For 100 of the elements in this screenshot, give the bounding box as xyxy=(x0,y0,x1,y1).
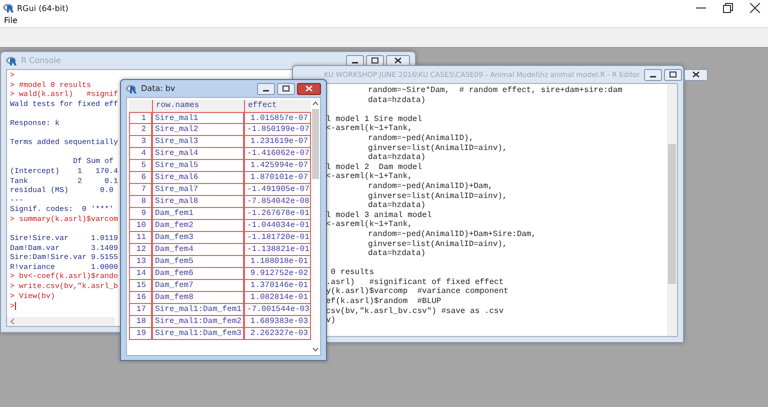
close-icon xyxy=(394,57,402,64)
row-number: 16 xyxy=(129,292,152,304)
code-line: data=hzdata) xyxy=(368,153,426,162)
row-number: 13 xyxy=(129,256,152,268)
table-cell: Dam_fem1 xyxy=(152,208,244,220)
row-number: 15 xyxy=(129,280,152,292)
vertical-scrollbar[interactable] xyxy=(667,84,677,336)
horizontal-scrollbar[interactable] xyxy=(7,317,115,326)
table-cell: Dam_fem7 xyxy=(152,280,244,292)
close-button[interactable] xyxy=(386,54,410,66)
row-number: 12 xyxy=(129,244,152,256)
table-cell: 1.015857e-07 xyxy=(244,112,311,124)
code-line: data=hzdata) xyxy=(368,96,426,105)
row-number: 3 xyxy=(129,136,152,148)
row-number: 19 xyxy=(129,328,152,340)
table-cell: Sire_mal6 xyxy=(152,172,244,184)
table-cell: Sire_mal1:Dam_fem3 xyxy=(152,328,244,340)
row-number: 6 xyxy=(129,172,152,184)
row-number: 14 xyxy=(129,268,152,280)
code-line: ef(k.asrl)$random #BLUP xyxy=(326,297,442,306)
maximize-icon xyxy=(282,85,290,92)
maximize-button[interactable] xyxy=(664,68,682,80)
vertical-scrollbar[interactable] xyxy=(311,98,320,355)
row-number: 9 xyxy=(129,208,152,220)
code-line: random=~ped(AnimalID)+Dam, xyxy=(368,182,493,191)
code-line: <-asreml(k~1+Tank, xyxy=(326,220,412,230)
row-number: 7 xyxy=(129,184,152,196)
code-line: l model 3 animal model xyxy=(326,210,432,220)
row-number: 18 xyxy=(129,316,152,328)
table-cell: 1.689383e-03 xyxy=(244,316,311,328)
code-line: v) xyxy=(326,316,336,326)
window-title: Data: bv xyxy=(141,84,176,93)
close-icon xyxy=(305,85,313,92)
window-title: R Console xyxy=(21,56,61,65)
code-line: data=hzdata) xyxy=(368,249,426,258)
code-line: .asrl) #significant of fixed effect xyxy=(326,278,504,287)
code-line: 0 results xyxy=(330,268,374,278)
table-cell: Sire_mal5 xyxy=(152,160,244,172)
code-line: random=~Sire*Dam, # random effect, sire+dam+sire:dam xyxy=(368,86,622,95)
table-cell: -7.854042e-08 xyxy=(244,196,311,208)
table-cell: Sire_mal1:Dam_fem1 xyxy=(152,304,244,316)
code-line: <-asreml(k~1+Tank, xyxy=(326,124,412,134)
maximize-icon xyxy=(371,57,379,64)
table-cell: Dam_fem6 xyxy=(152,268,244,280)
row-number: 17 xyxy=(129,304,152,316)
row-number: 2 xyxy=(129,124,152,136)
row-number: 4 xyxy=(129,148,152,160)
scrollbar-thumb[interactable] xyxy=(668,144,676,284)
row-number: 11 xyxy=(129,232,152,244)
table-cell: 1.370146e-01 xyxy=(244,280,311,292)
row-number: 1 xyxy=(129,112,152,124)
code-line: <-asreml(k~1+Tank, xyxy=(326,172,412,182)
table-cell: Sire_mal2 xyxy=(152,124,244,136)
maximize-button[interactable] xyxy=(366,54,384,66)
table-cell: -1.491905e-07 xyxy=(244,184,311,196)
minimize-button[interactable] xyxy=(644,68,662,80)
table-cell: Dam_fem5 xyxy=(152,256,244,268)
table-cell: -1.850199e-07 xyxy=(244,124,311,136)
table-cell: Dam_fem2 xyxy=(152,220,244,232)
table-cell: -1.181720e-01 xyxy=(244,232,311,244)
table-cell: Sire_mal7 xyxy=(152,184,244,196)
close-icon xyxy=(692,71,700,78)
scrollbar-thumb[interactable] xyxy=(312,109,319,179)
table-cell: Sire_mal1 xyxy=(152,112,244,124)
row-number: 10 xyxy=(129,220,152,232)
row-number: 5 xyxy=(129,160,152,172)
table-cell: Sire_mal4 xyxy=(152,148,244,160)
maximize-button[interactable] xyxy=(277,82,295,94)
table-cell: -1.267678e-01 xyxy=(244,208,311,220)
table-cell: 1.425994e-07 xyxy=(244,160,311,172)
r-logo-icon xyxy=(126,84,137,94)
table-cell: 9.912752e-02 xyxy=(244,268,311,280)
code-line: y(k.asrl)$varcomp #variance component xyxy=(326,287,508,296)
r-logo-icon xyxy=(6,56,17,66)
table-cell: 1.082814e-01 xyxy=(244,292,311,304)
minimize-button[interactable] xyxy=(346,54,364,66)
app-title: RGui (64-bit) xyxy=(17,4,68,12)
r-logo-icon xyxy=(3,3,14,13)
close-button[interactable] xyxy=(297,82,321,94)
table-cell: Dam_fem8 xyxy=(152,292,244,304)
restore-icon xyxy=(722,3,732,13)
minimize-button[interactable] xyxy=(257,82,275,94)
table-cell: Dam_fem4 xyxy=(152,244,244,256)
maximize-icon xyxy=(668,71,677,78)
close-button[interactable] xyxy=(684,68,708,80)
text-cursor xyxy=(14,302,16,310)
table-cell: -1.044034e-01 xyxy=(244,220,311,232)
close-icon xyxy=(750,3,760,13)
code-line: csv(bv,"k.asrl_bv.csv") #save as .csv xyxy=(326,306,504,316)
table-cell: -7.001544e-03 xyxy=(244,304,311,316)
table-cell: Sire_mal1:Dam_fem2 xyxy=(152,316,244,328)
code-line: ginverse=list(AnimalID=ainv), xyxy=(368,240,508,248)
code-line: random=~ped(AnimalID)+Dam+Sire:Dam, xyxy=(368,230,536,239)
table-cell: 1.188018e-01 xyxy=(244,256,311,268)
code-line: random=~ped(AnimalID), xyxy=(368,134,474,143)
code-line: l model 1 Sire model xyxy=(326,114,422,124)
table-cell: Dam_fem3 xyxy=(152,232,244,244)
row-number: 8 xyxy=(129,196,152,208)
code-line: data=hzdata) xyxy=(368,201,426,210)
menu-item[interactable]: File xyxy=(4,16,18,27)
